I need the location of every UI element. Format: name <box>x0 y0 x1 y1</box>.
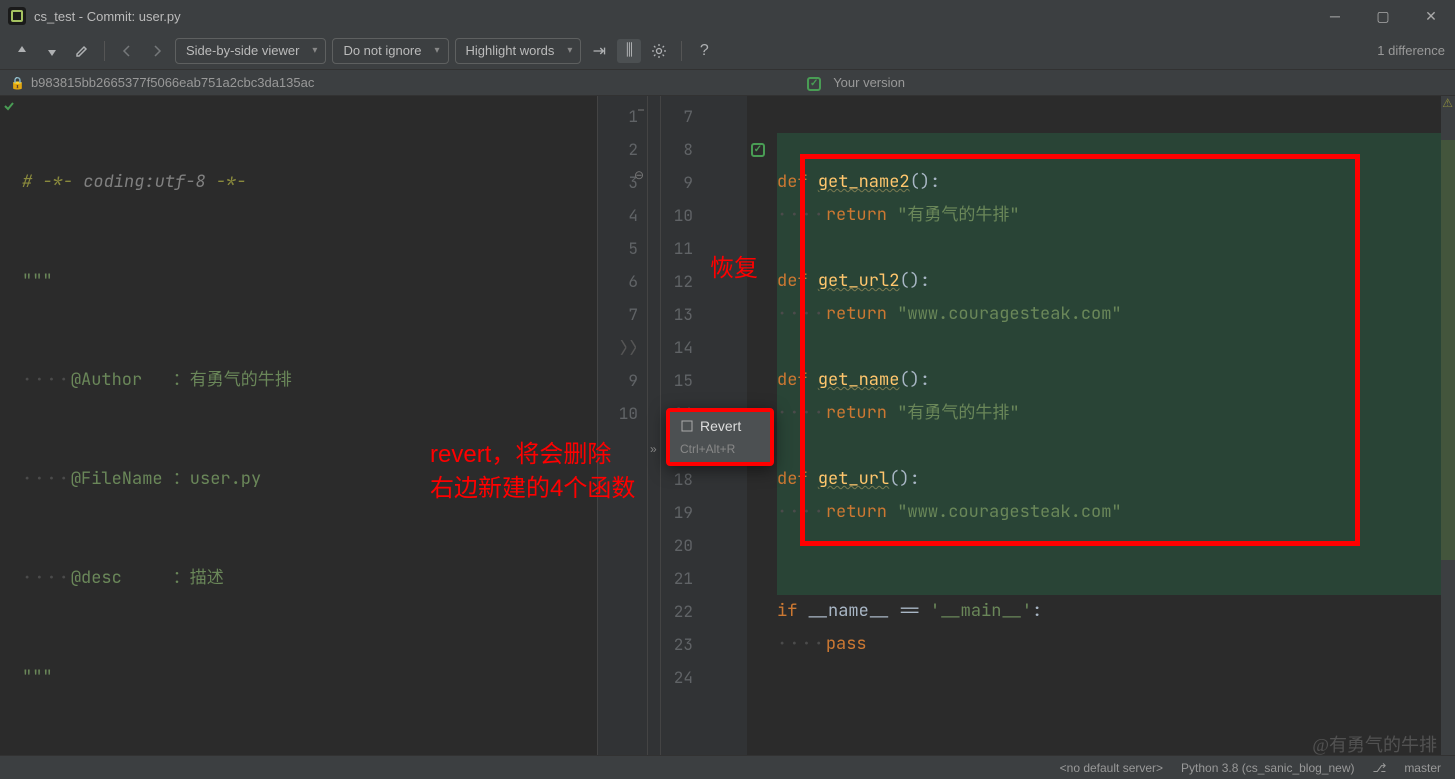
help-icon[interactable]: ? <box>692 39 716 63</box>
window-title: cs_test - Commit: user.py <box>34 9 181 24</box>
settings-icon[interactable] <box>647 39 671 63</box>
viewer-mode-select[interactable]: Side-by-side viewer <box>175 38 326 64</box>
diff-count: 1 difference <box>1377 43 1445 58</box>
edit-icon[interactable] <box>70 39 94 63</box>
revision-hash: b983815bb2665377f5066eab751a2cbc3da135ac <box>31 75 314 90</box>
status-branch[interactable]: master <box>1404 761 1441 775</box>
left-pane: # -*- coding:utf-8 -*- """ ····@Author ：… <box>0 96 647 756</box>
sync-scroll-icon[interactable]: ⫼ <box>617 39 641 63</box>
diff-container: # -*- coding:utf-8 -*- """ ····@Author ：… <box>0 96 1455 756</box>
right-version-label: Your version <box>833 75 905 90</box>
titlebar: cs_test - Commit: user.py ─ ▢ ✕ <box>0 0 1455 32</box>
prev-diff-icon[interactable] <box>10 39 34 63</box>
context-menu: Revert Ctrl+Alt+R <box>666 408 774 466</box>
right-scrollbar[interactable]: ⚠ <box>1441 96 1455 756</box>
watermark: @有勇气的牛排 <box>1312 731 1437 757</box>
maximize-button[interactable]: ▢ <box>1375 8 1391 25</box>
forward-icon[interactable] <box>145 39 169 63</box>
revision-bar: 🔒 b983815bb2665377f5066eab751a2cbc3da135… <box>0 70 1455 96</box>
revert-icon <box>680 419 694 433</box>
include-checkbox[interactable]: ✓ <box>807 74 821 91</box>
minimize-button[interactable]: ─ <box>1327 8 1343 25</box>
checked-icon[interactable]: ✓ <box>751 143 765 157</box>
left-gutter: 1234567⟩⟩910 ⎯ ⊖ <box>597 96 647 756</box>
highlight-mode-select[interactable]: Highlight words <box>455 38 582 64</box>
diff-toolbar: Side-by-side viewer Do not ignore Highli… <box>0 32 1455 70</box>
diff-splitter[interactable]: » <box>647 96 661 756</box>
app-icon <box>8 7 26 25</box>
statusbar: <no default server> Python 3.8 (cs_sanic… <box>0 755 1455 779</box>
back-icon[interactable] <box>115 39 139 63</box>
revert-menu-item[interactable]: Revert <box>670 412 770 440</box>
ignore-mode-select[interactable]: Do not ignore <box>332 38 448 64</box>
right-pane: 789101112131415161718192021222324 ✓ def … <box>661 96 1455 756</box>
status-python[interactable]: Python 3.8 (cs_sanic_blog_new) <box>1181 761 1354 775</box>
collapse-icon[interactable]: ⇥ <box>587 39 611 63</box>
left-code[interactable]: # -*- coding:utf-8 -*- """ ····@Author ：… <box>0 96 647 756</box>
close-button[interactable]: ✕ <box>1423 8 1439 25</box>
status-server[interactable]: <no default server> <box>1060 761 1163 775</box>
revert-shortcut: Ctrl+Alt+R <box>670 440 770 462</box>
branch-icon: ⎇ <box>1372 761 1386 775</box>
next-diff-icon[interactable] <box>40 39 64 63</box>
lock-icon: 🔒 <box>10 76 25 90</box>
right-code[interactable]: def get_name2():····return "有勇气的牛排"def g… <box>769 96 1441 756</box>
